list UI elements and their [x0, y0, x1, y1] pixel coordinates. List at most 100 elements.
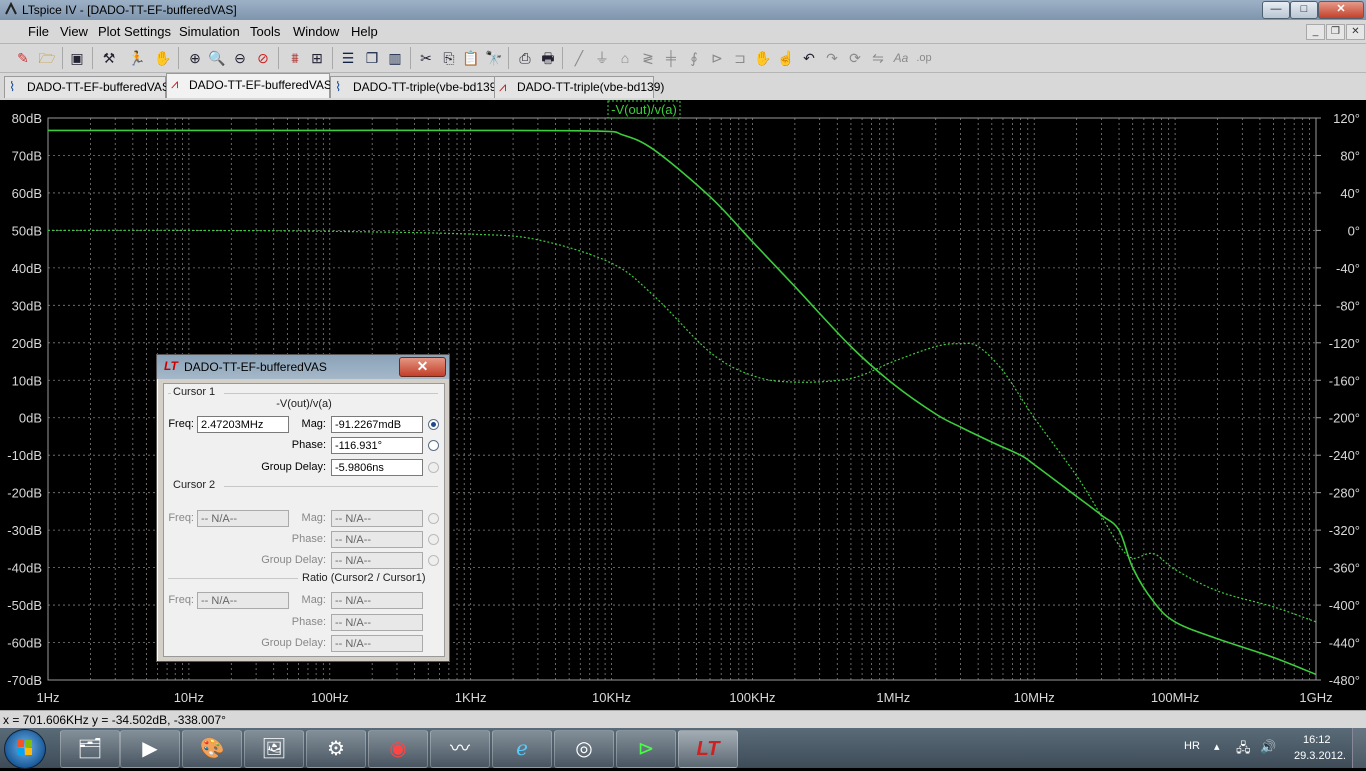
language-indicator[interactable]: HR [1184, 740, 1200, 752]
label-icon[interactable]: ⌂ [614, 47, 636, 69]
start-button[interactable] [4, 729, 46, 769]
desktop-icon[interactable]: 🖼 [244, 730, 304, 768]
find-icon[interactable]: 🔭 [483, 47, 505, 69]
halt-icon[interactable]: ✋ [152, 47, 174, 69]
ratio-mag-field[interactable]: -- N/A-- [331, 592, 423, 609]
component-icon[interactable]: ⊐ [729, 47, 751, 69]
pan-icon[interactable]: ⊞ [306, 47, 328, 69]
zoom-cancel-icon[interactable]: ⊘ [252, 47, 274, 69]
inductor-icon[interactable]: ∮ [683, 47, 705, 69]
zoom-out-icon[interactable]: ⊖ [229, 47, 251, 69]
move-icon[interactable]: ✋ [752, 47, 774, 69]
maximize-button[interactable]: □ [1290, 1, 1318, 19]
media-player-icon[interactable]: ▶ [120, 730, 180, 768]
cursor2-mag-radio[interactable] [428, 513, 439, 524]
cursor2-phase-radio[interactable] [428, 534, 439, 545]
print-icon[interactable]: 🖶 [537, 47, 559, 69]
spice-directive-icon[interactable]: .op [913, 47, 935, 69]
open-icon[interactable]: 🗁 [36, 47, 58, 69]
save-icon[interactable]: ▣ [66, 47, 88, 69]
y-axis-left: 80dB 70dB 60dB 50dB 40dB 30dB 20dB 10dB 0dB -10dB… [7, 111, 42, 688]
wire-icon[interactable]: ╱ [568, 47, 590, 69]
minimize-button[interactable]: — [1262, 1, 1290, 19]
menu-simulation[interactable]: Simulation [179, 24, 240, 39]
mdi-close-button[interactable]: ✕ [1346, 24, 1365, 40]
cursor1-phase-radio[interactable] [428, 440, 439, 451]
tab-waveform-triple[interactable]: ⩘ DADO-TT-triple(vbe-bd139) [494, 76, 664, 98]
capacitor-icon[interactable]: ╪ [660, 47, 682, 69]
cursor2-phase-field[interactable]: -- N/A-- [331, 531, 423, 548]
ratio-freq-field[interactable]: -- N/A-- [197, 592, 289, 609]
cursor1-group-delay-label: Group Delay: [261, 461, 326, 473]
zoom-box-icon[interactable]: 🔍 [206, 47, 228, 69]
undo-icon[interactable]: ↶ [798, 47, 820, 69]
run-icon[interactable]: 🏃 [126, 47, 148, 69]
volume-icon[interactable]: 🔊 [1260, 739, 1276, 755]
menu-tools[interactable]: Tools [250, 24, 280, 39]
diode-icon[interactable]: ⊳ [706, 47, 728, 69]
menu-file[interactable]: File [28, 24, 49, 39]
ground-icon[interactable]: ⏚ [591, 47, 613, 69]
menu-plot-settings[interactable]: Plot Settings [98, 24, 171, 39]
tab-waveform-bufferedvas[interactable]: ⩘ DADO-TT-EF-bufferedVAS [166, 73, 332, 98]
paint-icon[interactable]: 🎨 [182, 730, 242, 768]
mdi-restore-button[interactable]: ❐ [1326, 24, 1345, 40]
resistor-icon[interactable]: ≷ [637, 47, 659, 69]
cursor2-freq-field[interactable]: -- N/A-- [197, 510, 289, 527]
close-button[interactable]: ✕ [1318, 1, 1364, 19]
media-center-icon[interactable]: ◎ [554, 730, 614, 768]
cursor2-group-delay-field[interactable]: -- N/A-- [331, 552, 423, 569]
drag-icon[interactable]: ☝ [775, 47, 797, 69]
clock-date[interactable]: 29.3.2012. [1294, 750, 1346, 762]
cursor1-group-delay-field[interactable]: -5.9806ns [331, 459, 423, 476]
internet-explorer-icon[interactable]: ℯ [492, 730, 552, 768]
ratio-phase-field[interactable]: -- N/A-- [331, 614, 423, 631]
terminal-icon[interactable]: ⊳ [616, 730, 676, 768]
mirror-icon[interactable]: ⇋ [867, 47, 889, 69]
cursor2-mag-field[interactable]: -- N/A-- [331, 510, 423, 527]
new-schematic-icon[interactable]: ✎ [12, 47, 34, 69]
cursor1-mag-field[interactable]: -91.2267mdB [331, 416, 423, 433]
x-tick-label: 1KHz [455, 690, 487, 705]
autorange-icon[interactable]: ⩩ [284, 47, 306, 69]
zoom-in-icon[interactable]: ⊕ [184, 47, 206, 69]
text-icon[interactable]: Aa [890, 47, 912, 69]
clock-time[interactable]: 16:12 [1303, 734, 1331, 746]
redo-icon[interactable]: ↷ [821, 47, 843, 69]
show-desktop-button[interactable] [1352, 728, 1366, 768]
tool-icon[interactable]: ⚙ [306, 730, 366, 768]
menu-help[interactable]: Help [351, 24, 378, 39]
y-tick-label: 60dB [12, 186, 42, 201]
paste-icon[interactable]: 📋 [460, 47, 482, 69]
print-preview-icon[interactable]: ⎙ [514, 47, 536, 69]
cursor-dialog-titlebar[interactable]: LT DADO-TT-EF-bufferedVAS ✕ [157, 355, 449, 379]
tab-schematic-triple[interactable]: ⌇ DADO-TT-triple(vbe-bd139) [330, 76, 500, 98]
cursor-dialog-close-button[interactable]: ✕ [399, 357, 446, 377]
cascade-icon[interactable]: ❐ [361, 47, 383, 69]
schematic-icon: ⌇ [335, 79, 342, 94]
tab-schematic-bufferedvas[interactable]: ⌇ DADO-TT-EF-bufferedVAS [4, 76, 170, 98]
cursor1-phase-field[interactable]: -116.931° [331, 437, 423, 454]
rotate-icon[interactable]: ⟳ [844, 47, 866, 69]
cursor1-mag-label: Mag: [301, 418, 326, 430]
network-icon[interactable]: 🖧 [1236, 739, 1251, 761]
oscilloscope-icon[interactable]: 〰 [430, 730, 490, 768]
cursor1-freq-field[interactable]: 2.47203MHz [197, 416, 289, 433]
ratio-group-delay-field[interactable]: -- N/A-- [331, 635, 423, 652]
cut-icon[interactable]: ✂ [415, 47, 437, 69]
copy-icon[interactable]: ⎘ [438, 47, 460, 69]
mdi-minimize-button[interactable]: _ [1306, 24, 1325, 40]
cursor1-group-delay-radio[interactable] [428, 462, 439, 473]
browser-red-icon[interactable]: ◉ [368, 730, 428, 768]
control-panel-icon[interactable]: ⚒ [98, 47, 120, 69]
explorer-icon[interactable]: 🗂 [60, 730, 120, 768]
cursor1-mag-radio[interactable] [428, 419, 439, 430]
show-hidden-icons-icon[interactable]: ▴ [1214, 740, 1220, 753]
tile-vertical-icon[interactable]: ▥ [384, 47, 406, 69]
tile-horizontal-icon[interactable]: ☰ [337, 47, 359, 69]
ltspice-icon[interactable]: LT [678, 730, 738, 768]
menu-view[interactable]: View [60, 24, 88, 39]
menu-window[interactable]: Window [293, 24, 339, 39]
cursor2-group-delay-radio[interactable] [428, 555, 439, 566]
cursor-dialog[interactable]: LT DADO-TT-EF-bufferedVAS ✕ Cursor 1 -V(… [156, 354, 450, 662]
